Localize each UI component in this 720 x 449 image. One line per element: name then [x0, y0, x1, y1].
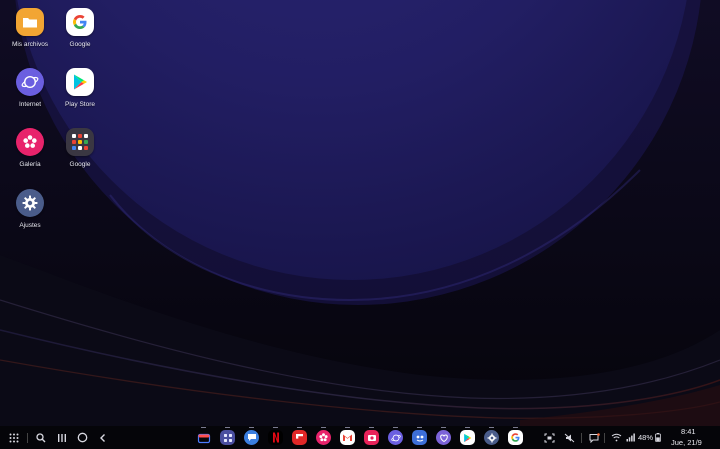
apps-edge-icon[interactable]: [220, 427, 235, 445]
recents-icon[interactable]: [55, 430, 69, 445]
google-folder-icon: [66, 128, 94, 156]
divider: [27, 430, 28, 445]
tv-icon[interactable]: [196, 427, 211, 445]
app-label: Ajustes: [19, 222, 41, 229]
app-play-store[interactable]: Play Store: [50, 68, 110, 108]
screenshot-icon[interactable]: [542, 430, 556, 445]
search-icon[interactable]: [34, 430, 48, 445]
notification-icon[interactable]: [587, 430, 601, 445]
clock-date[interactable]: Jue, 21/9: [671, 438, 702, 447]
settings-icon: [16, 189, 44, 217]
divider: [581, 430, 582, 445]
app-label: Google: [69, 41, 91, 48]
taskbar: 48% 8:41 Jue, 21/9: [0, 426, 720, 449]
gallery-icon: [16, 128, 44, 156]
home-icon[interactable]: [75, 430, 89, 445]
signal-icon: [625, 430, 635, 445]
folder-icon: [16, 8, 44, 36]
wifi-icon: [610, 430, 622, 445]
divider: [604, 430, 605, 445]
google-icon: [66, 8, 94, 36]
flipboard-icon[interactable]: [292, 427, 307, 445]
camera-icon[interactable]: [364, 427, 379, 445]
clock-time[interactable]: 8:41: [681, 427, 696, 436]
messages-icon[interactable]: [244, 427, 259, 445]
gallery-icon[interactable]: [316, 427, 331, 445]
themes-icon[interactable]: [436, 427, 451, 445]
google-icon[interactable]: [508, 427, 523, 445]
app-ajustes[interactable]: Ajustes: [0, 189, 60, 229]
app-label: Google: [69, 161, 91, 168]
battery-icon: [654, 430, 662, 445]
app-google[interactable]: Google: [50, 8, 110, 48]
battery-percent: 48%: [638, 433, 654, 442]
settings-icon[interactable]: [484, 427, 499, 445]
internet-icon[interactable]: [388, 427, 403, 445]
app-label: Play Store: [65, 101, 95, 108]
mute-icon[interactable]: [562, 430, 576, 445]
apps-grid-icon[interactable]: [7, 430, 21, 445]
internet-icon: [16, 68, 44, 96]
app-google-folder[interactable]: Google: [50, 128, 110, 168]
tips-icon[interactable]: [412, 427, 427, 445]
play-store-icon: [66, 68, 94, 96]
gmail-icon[interactable]: [340, 427, 355, 445]
back-icon[interactable]: [96, 430, 110, 445]
netflix-icon[interactable]: [268, 427, 283, 445]
play-store-icon[interactable]: [460, 427, 475, 445]
